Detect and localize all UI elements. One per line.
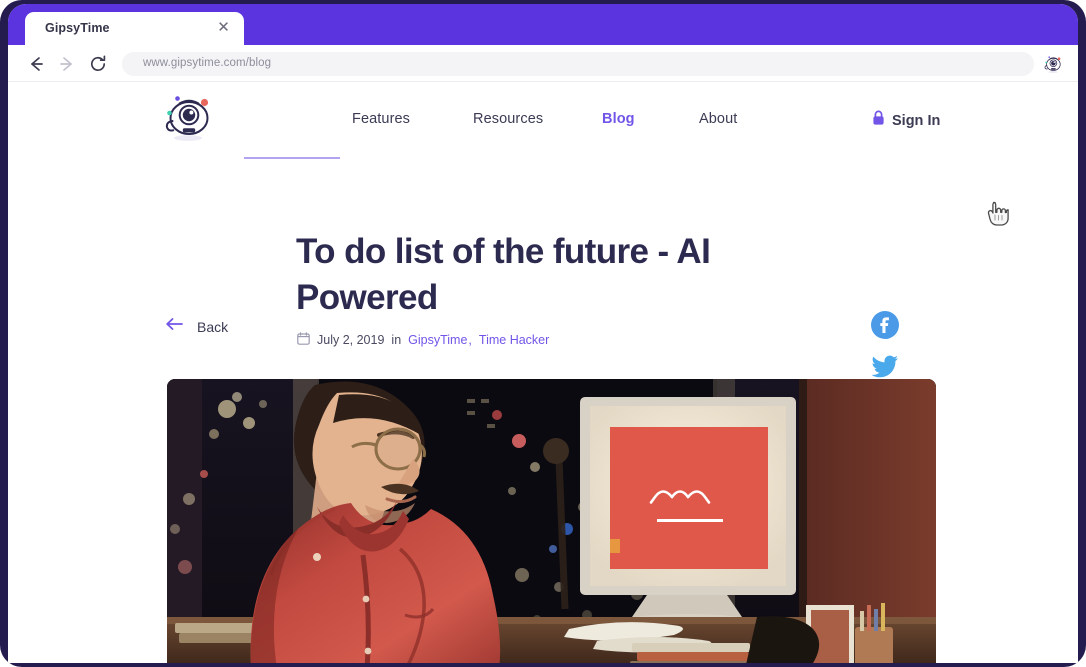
active-tab-underline — [244, 157, 340, 159]
article-date: July 2, 2019 — [317, 333, 385, 347]
article-meta: July 2, 2019 in GipsyTime, Time Hacker — [297, 332, 549, 348]
calendar-icon — [297, 332, 310, 348]
page-content: Features Resources Blog About Sign In Ba… — [8, 82, 1078, 663]
close-icon[interactable]: ✕ — [215, 19, 232, 36]
nav-item-features[interactable]: Features — [352, 111, 410, 127]
site-header: Features Resources Blog About Sign In — [8, 82, 1078, 159]
browser-tab[interactable]: GipsyTime ✕ — [25, 12, 244, 45]
lock-icon — [872, 110, 885, 131]
sign-in-button[interactable]: Sign In — [872, 110, 940, 131]
nav-item-resources[interactable]: Resources — [473, 111, 543, 127]
back-button[interactable]: Back — [165, 316, 228, 337]
category-link-gipsytime[interactable]: GipsyTime — [408, 333, 467, 347]
meta-separator: , — [468, 333, 472, 347]
back-label: Back — [197, 318, 229, 335]
twitter-icon[interactable] — [870, 351, 900, 381]
reload-icon[interactable] — [87, 53, 109, 75]
browser-window: GipsyTime ✕ www.gipsytime.com/blog Featu… — [8, 4, 1078, 663]
sign-in-label: Sign In — [892, 112, 941, 129]
main-navigation: Features Resources Blog About — [338, 82, 808, 157]
arrow-left-icon — [165, 316, 185, 337]
address-bar[interactable]: www.gipsytime.com/blog — [122, 52, 1034, 76]
browser-outer-frame: GipsyTime ✕ www.gipsytime.com/blog Featu… — [0, 0, 1086, 667]
browser-tab-title: GipsyTime — [45, 21, 110, 35]
address-bar-url: www.gipsytime.com/blog — [143, 57, 272, 69]
meta-connector: in — [391, 333, 402, 347]
gipsytime-logo[interactable] — [159, 91, 217, 143]
category-link-time-hacker[interactable]: Time Hacker — [479, 333, 549, 347]
facebook-icon[interactable] — [870, 310, 900, 340]
nav-item-about[interactable]: About — [699, 111, 737, 127]
browser-toolbar: www.gipsytime.com/blog — [8, 45, 1078, 82]
article-hero-image — [167, 379, 936, 663]
browser-tab-strip: GipsyTime ✕ — [8, 4, 1078, 45]
arrow-right-icon[interactable] — [56, 53, 78, 75]
gipsytime-avatar-icon[interactable] — [1042, 53, 1064, 75]
arrow-left-icon[interactable] — [25, 53, 47, 75]
page-title: To do list of the future - AI Powered — [296, 232, 711, 317]
nav-item-blog[interactable]: Blog — [602, 111, 635, 127]
